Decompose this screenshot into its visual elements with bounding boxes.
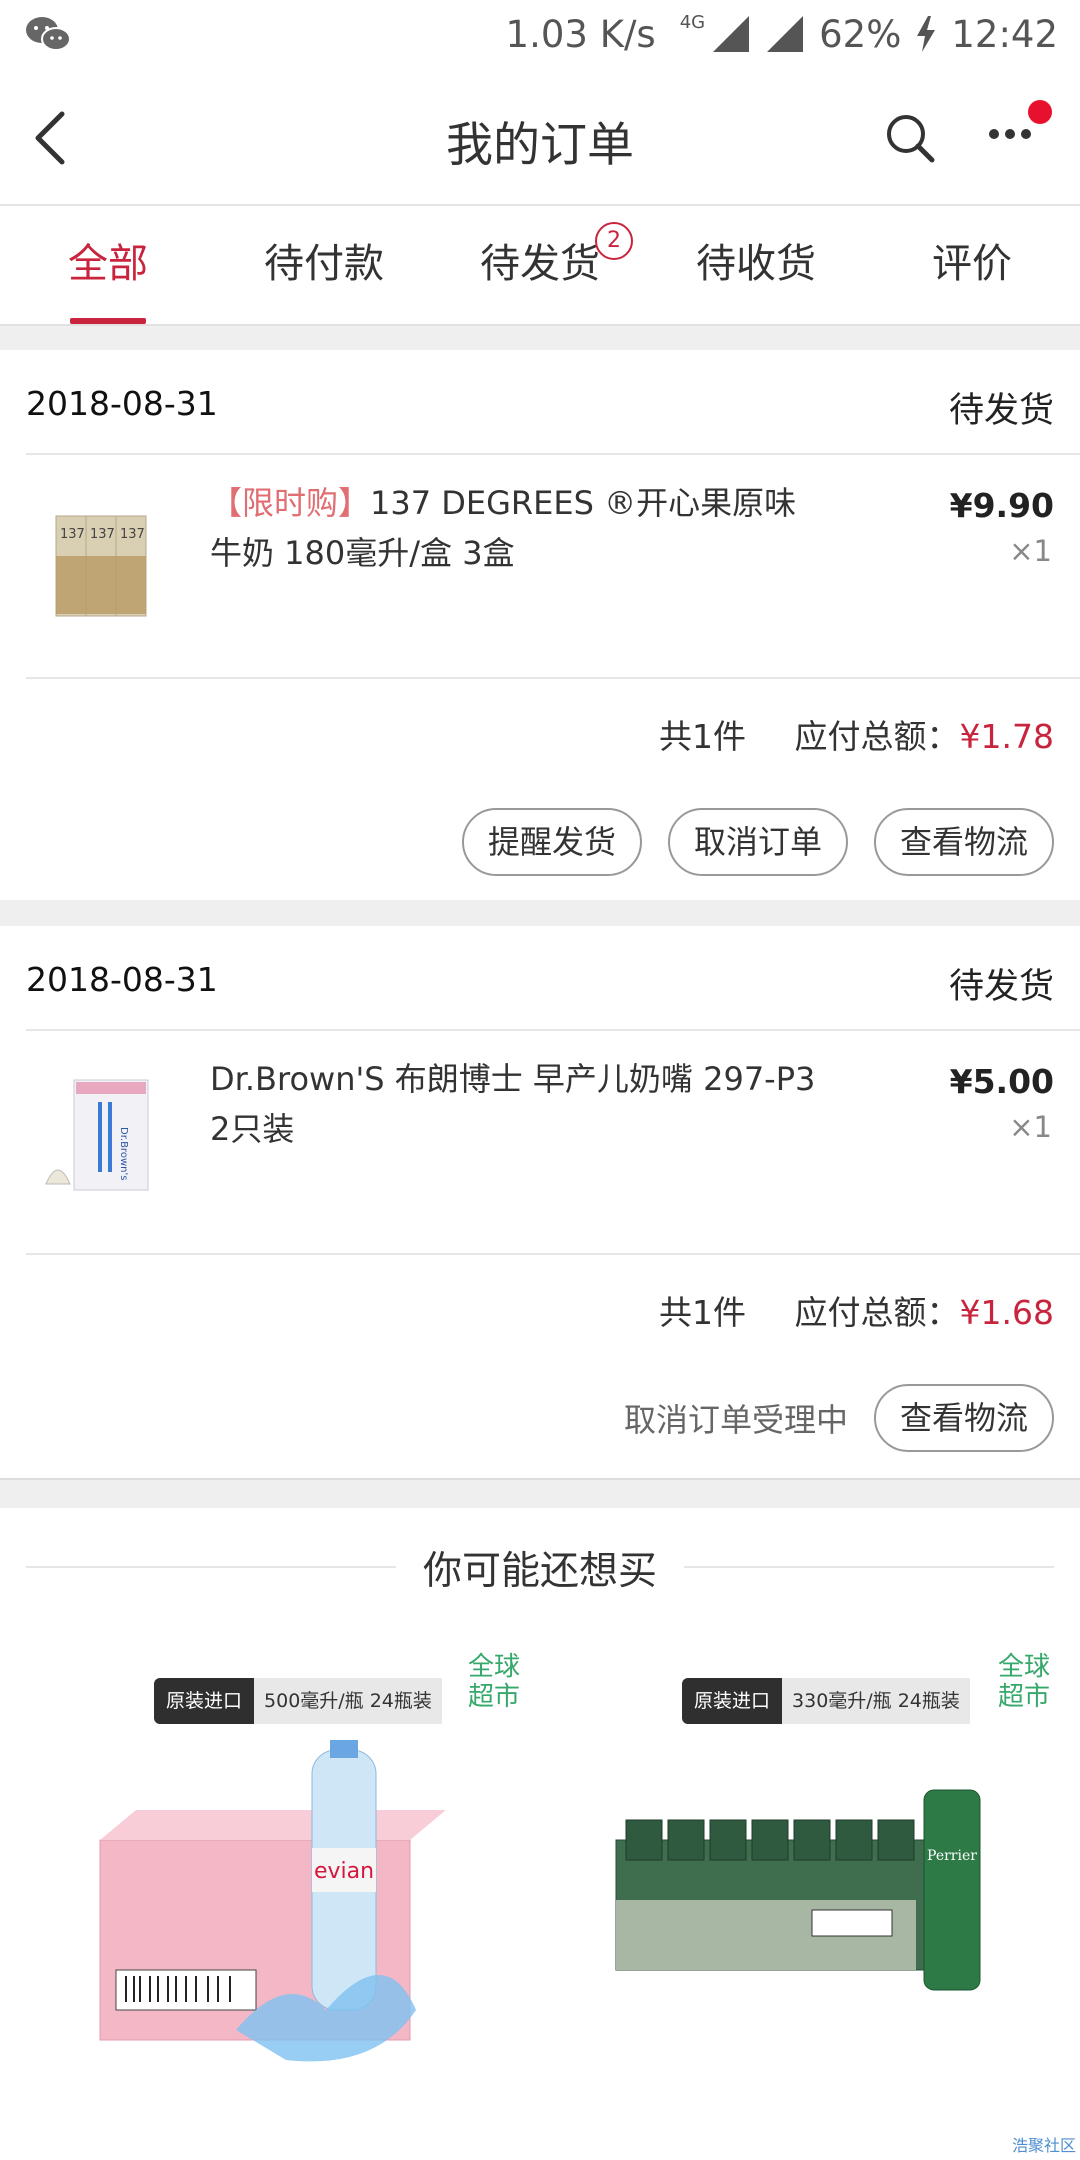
- product-qty: ×1: [1009, 1110, 1052, 1144]
- product-image-evian: evian: [99, 1740, 446, 2062]
- divider: [26, 677, 1080, 679]
- view-logistics-button[interactable]: 查看物流: [873, 808, 1054, 876]
- brand-text: evian: [314, 1859, 374, 1884]
- product-price: ¥5.00: [949, 1062, 1054, 1101]
- divider: [26, 453, 1080, 455]
- clock: 12:42: [951, 12, 1058, 56]
- order-date: 2018-08-31: [26, 384, 218, 423]
- svg-text:137: 137: [60, 527, 85, 542]
- tab-review[interactable]: 评价: [864, 206, 1080, 324]
- view-logistics-button[interactable]: 查看物流: [873, 1384, 1054, 1452]
- network-type-label: 4G: [679, 11, 706, 33]
- section-gap: [0, 1478, 1080, 1508]
- total-label: 应付总额：: [794, 717, 960, 756]
- notification-dot: [1028, 100, 1052, 124]
- order-actions: 取消订单受理中 查看物流: [624, 1384, 1054, 1452]
- product-name[interactable]: Dr.Brown'S 布朗博士 早产儿奶嘴 297-P3 2只装: [210, 1054, 820, 1154]
- product-price: ¥9.90: [949, 486, 1054, 525]
- item-count: 共1件: [659, 717, 747, 756]
- order-summary: 共1件 应付总额：¥1.68: [659, 1286, 1054, 1334]
- wechat-icon: [26, 17, 71, 51]
- recommend-title: 你可能还想买: [422, 1549, 657, 1594]
- cancel-pending-text: 取消订单受理中: [623, 1401, 848, 1439]
- section-gap: [0, 326, 1080, 350]
- tab-badge: 2: [595, 222, 633, 260]
- recommend-product[interactable]: 原装进口 330毫升/瓶 24瓶装 全球 超市 Perrier: [552, 1640, 1072, 2100]
- order-status: 待发货: [948, 967, 1054, 1007]
- recommend-product[interactable]: 原装进口 500毫升/瓶 24瓶装 全球 超市 evian: [26, 1640, 546, 2100]
- svg-text:Dr.Brown's: Dr.Brown's: [118, 1127, 129, 1180]
- product-image-perrier: Perrier: [615, 1789, 981, 1991]
- remind-shipment-button[interactable]: 提醒发货: [461, 808, 642, 876]
- svg-text:137: 137: [120, 527, 145, 542]
- tab-pending-payment[interactable]: 待付款: [216, 206, 432, 324]
- signal-icon: [767, 16, 804, 52]
- order-tabs: 全部 待付款 待发货 2 待收货 评价: [0, 206, 1080, 326]
- product-tag: 原装进口 330毫升/瓶 24瓶装: [682, 1678, 970, 1724]
- total-amount: ¥1.78: [959, 717, 1054, 756]
- global-market-badge: 全球 超市: [998, 1652, 1051, 1712]
- tab-all[interactable]: 全部: [0, 206, 216, 324]
- order-summary: 共1件 应付总额：¥1.78: [659, 710, 1054, 758]
- watermark: 浩聚社区: [1011, 2136, 1076, 2155]
- total-amount: ¥1.68: [959, 1293, 1054, 1332]
- order-card[interactable]: 2018-08-31 待发货 Dr.Brown's Dr.Brown'S 布朗博…: [0, 926, 1080, 1478]
- product-tag: 原装进口 500毫升/瓶 24瓶装: [154, 1678, 442, 1724]
- order-status: 待发货: [948, 391, 1054, 431]
- flash-sale-tag: 【限时购】: [210, 484, 371, 522]
- divider: [26, 1029, 1080, 1031]
- product-image-nipple[interactable]: Dr.Brown's: [36, 1072, 166, 1202]
- charging-icon: [917, 16, 936, 52]
- battery-percent: 62%: [819, 12, 902, 56]
- svg-text:137: 137: [90, 527, 115, 542]
- tab-pending-shipment[interactable]: 待发货 2: [432, 206, 648, 324]
- section-gap: [0, 900, 1080, 926]
- brand-text: Perrier: [927, 1848, 977, 1864]
- product-name[interactable]: 【限时购】137 DEGREES ®开心果原味牛奶 180毫升/盒 3盒: [210, 478, 820, 578]
- order-date: 2018-08-31: [26, 960, 218, 999]
- network-speed: 1.03 K/s: [505, 12, 656, 56]
- order-card[interactable]: 2018-08-31 待发货 137 137 137 【限时购】137 DEGR…: [0, 350, 1080, 900]
- tab-pending-receipt[interactable]: 待收货: [648, 206, 864, 324]
- product-qty: ×1: [1009, 534, 1052, 568]
- app-header: 我的订单: [0, 68, 1080, 206]
- order-actions: 提醒发货 取消订单 查看物流: [461, 808, 1054, 876]
- product-image-milk[interactable]: 137 137 137: [36, 496, 166, 626]
- search-icon[interactable]: [884, 112, 936, 164]
- divider: [26, 1253, 1080, 1255]
- total-label: 应付总额：: [794, 1293, 960, 1332]
- global-market-badge: 全球 超市: [468, 1652, 521, 1712]
- divider: [684, 1566, 1054, 1568]
- more-icon[interactable]: [986, 98, 1058, 158]
- status-bar: 1.03 K/s 4G 62% 12:42: [0, 0, 1080, 68]
- signal-icon: [713, 16, 750, 52]
- cancel-order-button[interactable]: 取消订单: [667, 808, 848, 876]
- item-count: 共1件: [659, 1293, 747, 1332]
